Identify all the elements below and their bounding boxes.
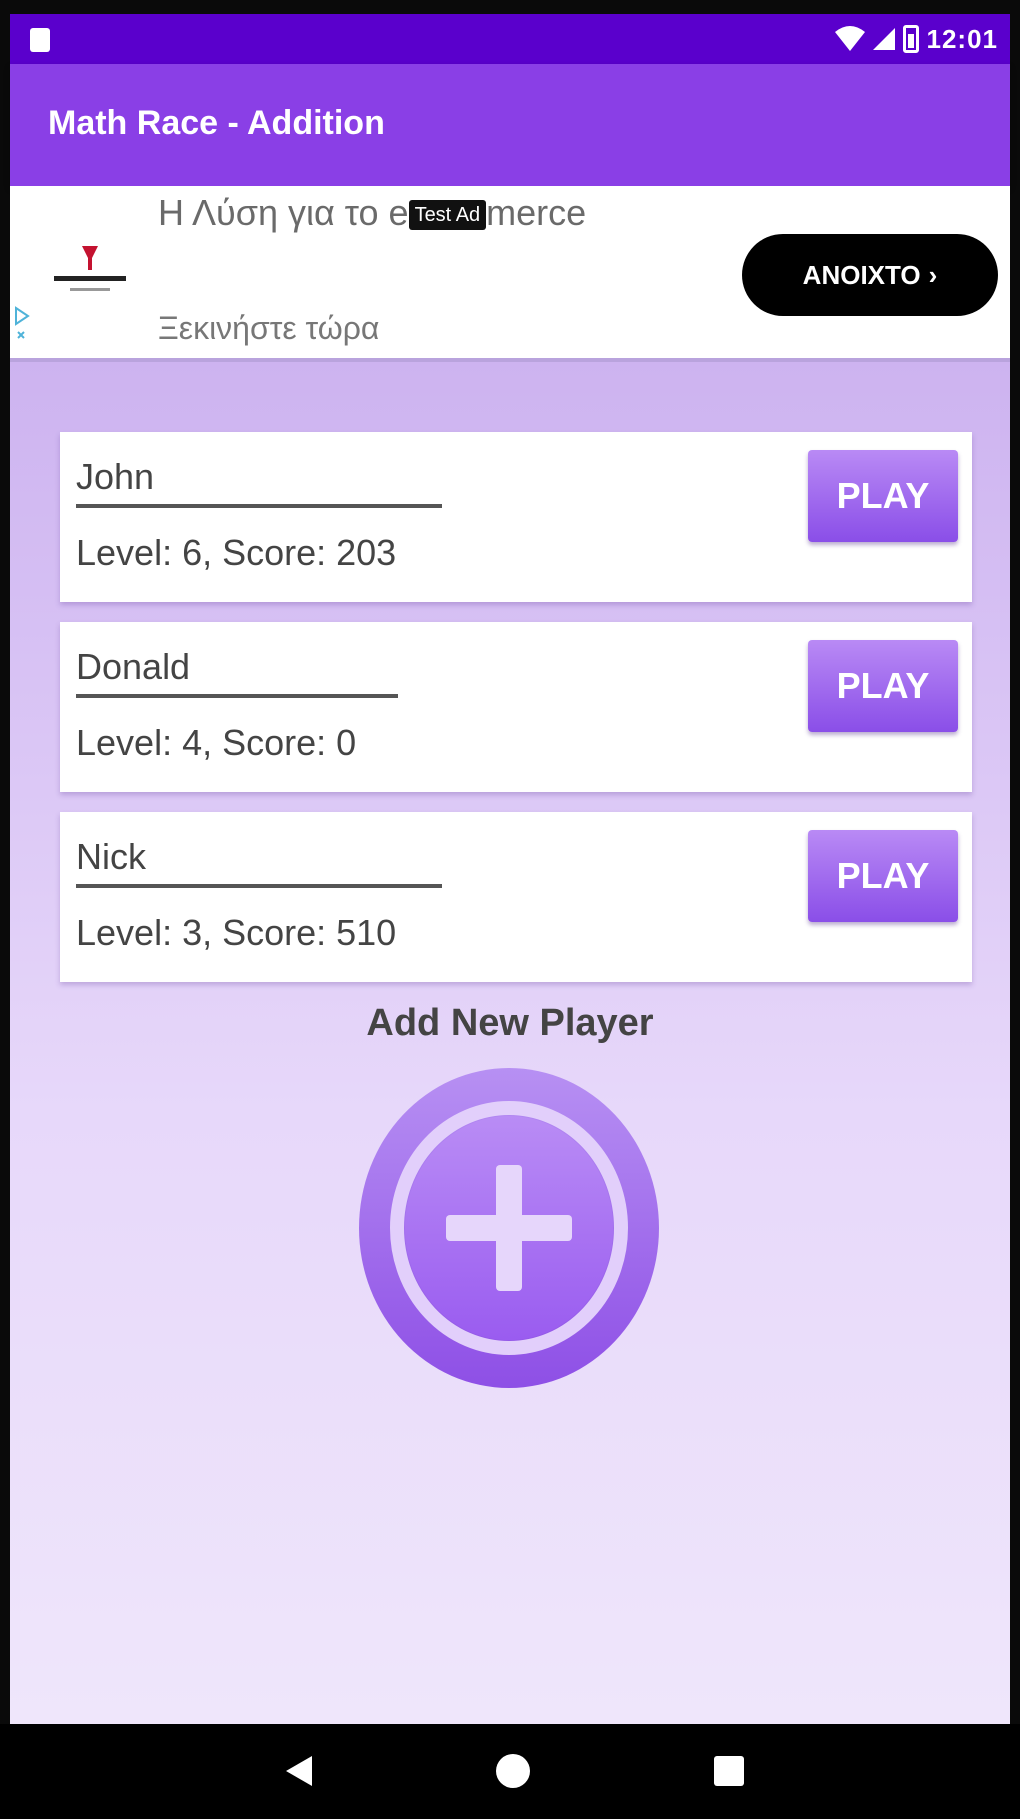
play-button[interactable]: PLAY <box>808 640 958 732</box>
screen: 12:01 Math Race - Addition Η Λύση για το… <box>0 0 1020 1819</box>
player-card: Nick Level: 3, Score: 510 PLAY <box>60 812 972 982</box>
player-stats: Level: 3, Score: 510 <box>76 912 397 953</box>
player-name-field[interactable]: Nick <box>76 836 442 888</box>
play-button[interactable]: PLAY <box>808 830 958 922</box>
test-ad-badge: Test Ad <box>408 199 487 230</box>
main-content: John Level: 6, Score: 203 PLAY Donald Le… <box>10 362 1010 1724</box>
player-name-field[interactable]: John <box>76 456 442 508</box>
navigation-bar <box>0 1724 1020 1819</box>
chevron-right-icon: › <box>928 259 938 290</box>
status-indicators: 12:01 <box>834 23 999 54</box>
add-player-button[interactable] <box>358 1067 660 1389</box>
ad-open-label: ΑΝΟΙΧΤΟ <box>802 259 921 290</box>
advertiser-logo-icon <box>54 246 126 291</box>
player-stats: Level: 6, Score: 203 <box>76 532 397 573</box>
ad-headline-start: Η Λύση για το e <box>158 192 409 233</box>
battery-icon <box>902 25 919 53</box>
player-stats: Level: 4, Score: 0 <box>76 722 357 763</box>
player-card: Donald Level: 4, Score: 0 PLAY <box>60 622 972 792</box>
ad-banner[interactable]: Η Λύση για το e Test Ad merce Ξεκινήστε τώ… <box>10 186 1010 362</box>
home-icon[interactable] <box>496 1754 530 1788</box>
back-icon[interactable] <box>284 1754 314 1788</box>
ad-subline: Ξεκινήστε τώρα <box>158 310 380 346</box>
recents-icon[interactable] <box>714 1756 744 1786</box>
status-time: 12:01 <box>926 23 998 54</box>
player-card: John Level: 6, Score: 203 PLAY <box>60 432 972 602</box>
add-new-player-label: Add New Player <box>366 1002 654 1044</box>
ad-choices-icon[interactable] <box>14 304 36 344</box>
ad-open-button[interactable]: ΑΝΟΙΧΤΟ › <box>742 234 998 316</box>
ad-headline-end: merce <box>486 192 587 233</box>
player-name-field[interactable]: Donald <box>76 646 398 698</box>
ad-headline: Η Λύση για το e Test Ad merce <box>158 192 586 234</box>
notification-icon <box>30 28 50 52</box>
status-bar: 12:01 <box>10 14 1010 64</box>
play-button[interactable]: PLAY <box>808 450 958 542</box>
wifi-icon <box>834 26 865 51</box>
app-title: Math Race - Addition <box>48 104 385 142</box>
signal-icon <box>872 28 895 50</box>
app-bar: Math Race - Addition <box>10 64 1010 186</box>
